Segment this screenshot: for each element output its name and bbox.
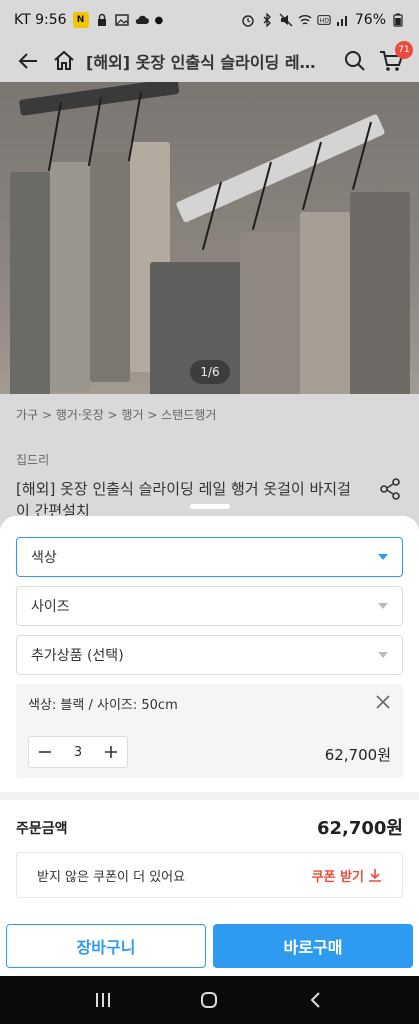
increase-button[interactable] (95, 737, 127, 767)
product-image[interactable]: 1/6 (0, 82, 419, 394)
garment (10, 172, 50, 394)
system-nav-bar (0, 976, 419, 1024)
bluetooth-icon (263, 13, 271, 27)
alarm-icon (242, 15, 254, 27)
order-total-price: 62,700원 (316, 818, 403, 839)
coupon-text: 받지 않은 쿠폰이 더 있어요 (37, 869, 186, 885)
back-button[interactable] (10, 43, 46, 79)
signal-icon (336, 16, 347, 26)
share-button[interactable] (379, 478, 401, 504)
seller-name[interactable]: 집드리 (16, 451, 403, 468)
battery-level: 76% (354, 12, 386, 28)
back-arrow-icon (18, 53, 37, 69)
page-title: [해외] 옷장 인출식 슬라이딩 레… (86, 53, 316, 72)
share-icon (380, 478, 400, 500)
search-icon (345, 51, 365, 71)
add-to-cart-button[interactable]: 장바구니 (6, 924, 206, 968)
battery-icon (393, 13, 403, 27)
top-app-bar: [해외] 옷장 인출식 슬라이딩 레… 71 (0, 40, 419, 82)
garment (300, 212, 350, 394)
buy-now-button[interactable]: 바로구매 (213, 924, 413, 968)
search-button[interactable] (337, 43, 373, 79)
wifi-icon (298, 15, 312, 25)
close-icon[interactable] (375, 694, 391, 710)
sheet-handle[interactable] (190, 504, 230, 509)
home-icon (54, 50, 74, 70)
extra-product-select[interactable]: 추가상품 (선택) (16, 635, 403, 675)
cart-button[interactable]: 71 (373, 41, 413, 79)
size-select-label: 사이즈 (31, 599, 70, 615)
carrier-time: KT 9:56 (14, 12, 67, 28)
garment (240, 232, 300, 394)
garment (50, 162, 90, 392)
download-icon (369, 869, 381, 882)
quantity-value[interactable]: 3 (61, 745, 95, 760)
coupon-get-label: 쿠폰 받기 (311, 869, 364, 885)
svg-text:HD: HD (320, 18, 330, 25)
app-notification-icon: N (72, 12, 89, 28)
extra-select-label: 추가상품 (선택) (31, 648, 124, 664)
image-counter: 1/6 (190, 360, 230, 384)
home-nav-icon[interactable] (199, 990, 219, 1010)
recents-icon[interactable] (93, 991, 113, 1009)
size-select[interactable]: 사이즈 (16, 586, 403, 626)
cart-count-badge: 71 (395, 41, 413, 59)
color-select[interactable]: 색상 (16, 537, 403, 577)
garment (90, 152, 130, 382)
selected-option-item: 색상: 블랙 / 사이즈: 50cm 3 62,700원 (16, 684, 403, 778)
option-price: 62,700원 (324, 746, 391, 764)
chevron-down-icon (378, 652, 388, 658)
coupon-banner[interactable]: 받지 않은 쿠폰이 더 있어요 쿠폰 받기 (16, 852, 403, 898)
garment (350, 192, 410, 394)
image-icon (114, 14, 129, 26)
status-bar: KT 9:56 N ● HD 76% (0, 0, 419, 40)
minus-icon (39, 751, 51, 753)
chevron-down-icon (378, 554, 388, 560)
breadcrumb[interactable]: 가구 > 행거·옷장 > 행거 > 스탠드행거 (16, 406, 403, 423)
mute-icon (279, 13, 293, 27)
more-dot-icon: ● (154, 14, 164, 26)
hd-icon: HD (317, 15, 331, 25)
quantity-stepper: 3 (28, 736, 128, 768)
back-nav-icon[interactable] (306, 990, 326, 1010)
lock-icon (97, 13, 106, 26)
decrease-button[interactable] (29, 737, 61, 767)
home-button[interactable] (46, 43, 82, 79)
chevron-down-icon (378, 603, 388, 609)
selected-option-label: 색상: 블랙 / 사이즈: 50cm (28, 698, 178, 713)
cloud-icon (135, 15, 149, 24)
color-select-label: 색상 (31, 550, 57, 566)
order-total-label: 주문금액 (16, 821, 68, 837)
plus-icon (105, 746, 117, 758)
option-bottom-sheet: 색상 사이즈 추가상품 (선택) 색상: 블랙 / 사이즈: 50cm 3 62… (0, 504, 419, 976)
coupon-get-button[interactable]: 쿠폰 받기 (312, 866, 382, 885)
divider (0, 792, 419, 800)
